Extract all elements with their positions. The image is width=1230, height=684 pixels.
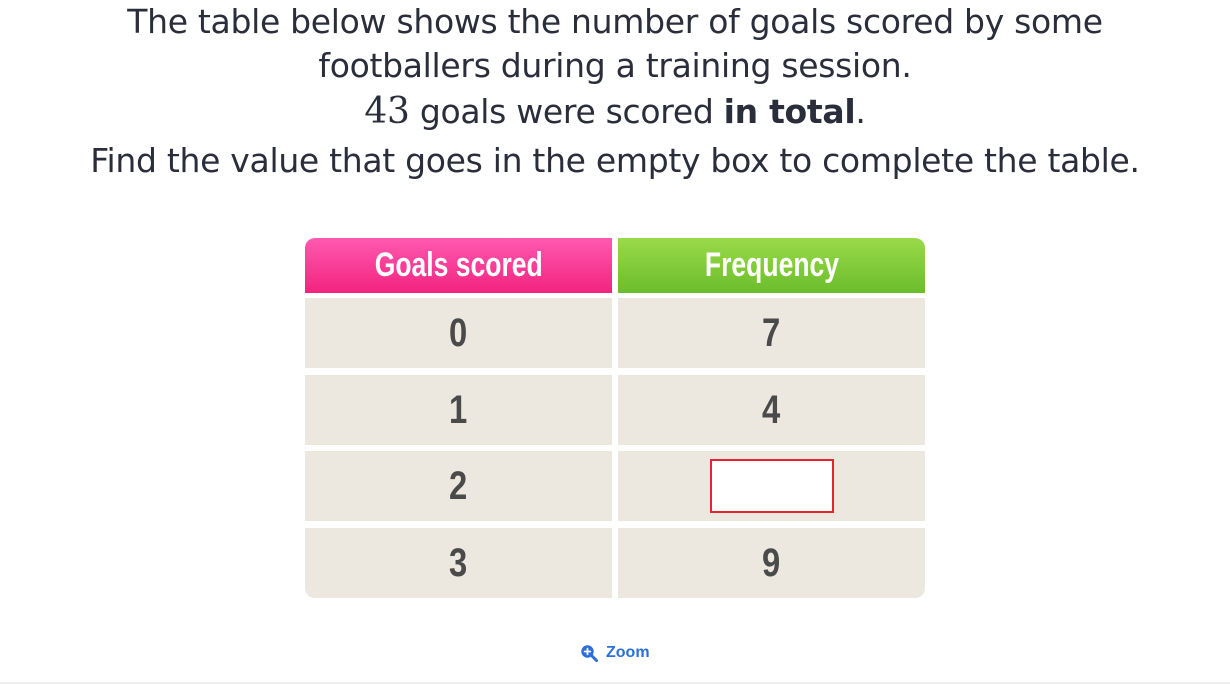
question-line-3-end: .	[855, 92, 866, 131]
answer-input[interactable]	[709, 459, 834, 513]
question-line-2: footballers during a training session.	[318, 46, 912, 85]
frequency-cell-row-2: 4	[618, 375, 925, 445]
question-line-4: Find the value that goes in the empty bo…	[90, 141, 1140, 180]
frequency-value: 9	[762, 540, 781, 585]
goals-cell-row-2: 1	[305, 375, 612, 445]
goals-cell-row-1: 0	[305, 298, 612, 368]
question-line-3-middle: goals were scored	[409, 92, 724, 131]
goals-cell-row-3: 2	[305, 451, 612, 521]
frequency-table: Goals scored Frequency 0 7 1 4 2 3 9	[305, 238, 925, 598]
header-frequency-label: Frequency	[704, 246, 839, 284]
zoom-in-icon	[581, 645, 598, 662]
question-line-1: The table below shows the number of goal…	[127, 2, 1103, 41]
goals-value: 1	[449, 387, 468, 432]
goals-value: 2	[449, 463, 468, 508]
frequency-value: 7	[762, 310, 781, 355]
question-line-3: 43 goals were scored in total.	[0, 90, 1230, 134]
frequency-cell-row-3	[618, 451, 925, 521]
header-goals-scored-label: Goals scored	[374, 246, 543, 284]
frequency-value: 4	[762, 387, 781, 432]
header-frequency: Frequency	[618, 238, 925, 293]
zoom-button[interactable]: Zoom	[580, 644, 650, 662]
zoom-label: Zoom	[606, 644, 650, 661]
goals-cell-row-4: 3	[305, 528, 612, 598]
goals-value: 0	[449, 310, 468, 355]
frequency-cell-row-1: 7	[618, 298, 925, 368]
goals-value: 3	[449, 540, 468, 585]
question-line-3-bold: in total	[723, 92, 856, 131]
frequency-cell-row-4: 9	[618, 528, 925, 598]
header-goals-scored: Goals scored	[305, 238, 612, 293]
total-number: 43	[364, 91, 410, 132]
